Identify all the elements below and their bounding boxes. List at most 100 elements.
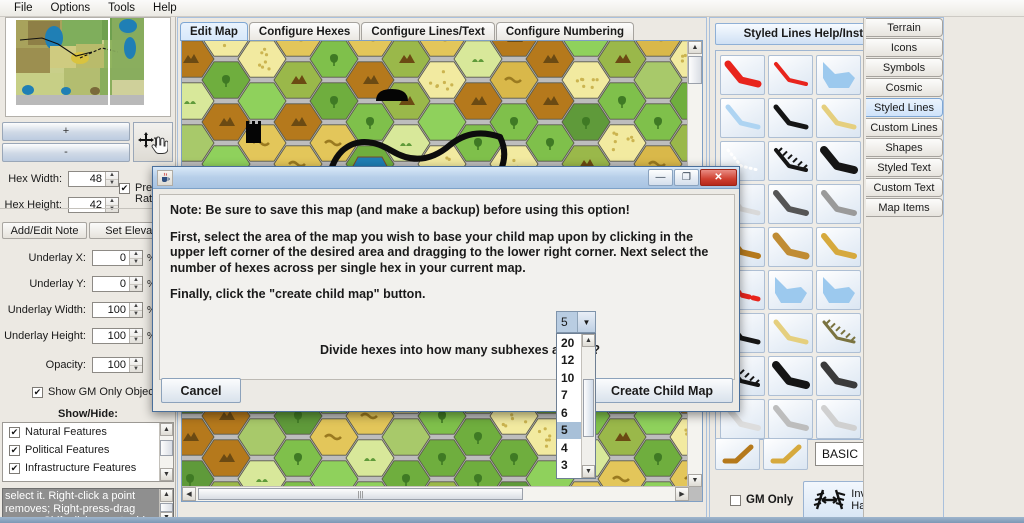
dropdown-option-5[interactable]: 5 bbox=[557, 421, 581, 439]
show-hide-feature-list[interactable]: ✔ Natural Features ✔ Political Features … bbox=[2, 422, 174, 482]
hex-height-stepper[interactable]: 42 ▲▼ bbox=[68, 197, 119, 213]
line-swatch-5[interactable] bbox=[768, 98, 813, 138]
dropdown-scroll-down-icon[interactable]: ▼ bbox=[582, 465, 595, 478]
line-swatch-30[interactable] bbox=[816, 356, 861, 396]
line-swatch-33[interactable] bbox=[768, 399, 813, 439]
scrollbar-track[interactable] bbox=[160, 436, 173, 468]
tab-configure-numbering[interactable]: Configure Numbering bbox=[495, 22, 635, 41]
help-scrollbar-track[interactable] bbox=[160, 502, 173, 512]
subhex-option-container[interactable]: 20 12 10 7 6 5 4 3 bbox=[557, 334, 581, 478]
line-swatch-14[interactable] bbox=[816, 184, 861, 224]
show-gm-only-objects-checkbox[interactable]: ✔ Show GM Only Objects bbox=[32, 386, 162, 398]
preserve-ratio-check-box[interactable]: ✔ bbox=[119, 183, 130, 194]
line-swatch-0[interactable] bbox=[720, 55, 765, 95]
subhex-count-select[interactable]: 5 ▼ bbox=[556, 311, 596, 333]
underlay-x-stepper[interactable]: 0 ▲ ▼ bbox=[92, 250, 143, 266]
show-hide-scrollbar[interactable]: ▲ ▼ bbox=[159, 423, 173, 481]
tab-configure-lines-text[interactable]: Configure Lines/Text bbox=[361, 22, 495, 41]
menu-item-file[interactable]: File bbox=[6, 1, 41, 15]
underlay-width-arrows[interactable]: ▲ ▼ bbox=[129, 303, 142, 317]
line-swatch-34[interactable] bbox=[816, 399, 861, 439]
underlay-y-arrows[interactable]: ▲ ▼ bbox=[129, 277, 142, 291]
line-swatch-brown-1[interactable] bbox=[715, 438, 760, 470]
tab-custom-text[interactable]: Custom Text bbox=[866, 178, 943, 197]
underlay-width-value[interactable]: 100 bbox=[93, 303, 129, 317]
political-features-check-box[interactable]: ✔ bbox=[9, 444, 20, 456]
map-horizontal-scrollbar[interactable]: ◀ ||| ▶ bbox=[182, 486, 689, 501]
thumbnail-selection-rect[interactable] bbox=[14, 18, 110, 111]
line-swatch-2[interactable] bbox=[816, 55, 861, 95]
line-swatch-18[interactable] bbox=[816, 227, 861, 267]
map-vscroll-thumb[interactable] bbox=[688, 56, 702, 84]
dropdown-option-12[interactable]: 12 bbox=[557, 352, 581, 370]
natural-features-check-box[interactable]: ✔ bbox=[9, 426, 20, 438]
line-swatch-9[interactable] bbox=[768, 141, 813, 181]
menu-item-help[interactable]: Help bbox=[145, 1, 185, 15]
line-swatch-4[interactable] bbox=[720, 98, 765, 138]
map-scroll-up-icon[interactable]: ▲ bbox=[688, 41, 702, 54]
underlay-height-arrows[interactable]: ▲ ▼ bbox=[129, 329, 142, 343]
menu-item-options[interactable]: Options bbox=[43, 1, 99, 15]
pan-hand-tool-button[interactable] bbox=[133, 122, 173, 162]
dropdown-scrollbar-thumb[interactable] bbox=[583, 379, 594, 437]
underlay-y-value[interactable]: 0 bbox=[93, 277, 129, 291]
close-button[interactable]: ✕ bbox=[700, 169, 737, 186]
tab-cosmic[interactable]: Cosmic bbox=[866, 78, 943, 97]
zoom-out-button[interactable]: - bbox=[2, 143, 130, 162]
tab-icons[interactable]: Icons bbox=[866, 38, 943, 57]
menu-item-tools[interactable]: Tools bbox=[100, 1, 143, 15]
underlay-x-arrows[interactable]: ▲ ▼ bbox=[129, 251, 142, 265]
chevron-down-icon[interactable]: ▼ bbox=[577, 312, 595, 332]
underlay-height-stepper[interactable]: 100 ▲ ▼ bbox=[92, 328, 143, 344]
line-swatch-26[interactable] bbox=[816, 313, 861, 353]
line-swatch-25[interactable] bbox=[768, 313, 813, 353]
hex-height-arrows[interactable]: ▲▼ bbox=[105, 198, 118, 212]
line-swatch-13[interactable] bbox=[768, 184, 813, 224]
list-item[interactable]: ✔ Natural Features bbox=[3, 423, 173, 441]
scrollbar-thumb[interactable] bbox=[160, 440, 173, 456]
dropdown-scrollbar-track[interactable] bbox=[582, 347, 595, 465]
dropdown-option-3[interactable]: 3 bbox=[557, 457, 581, 475]
help-scrollbar-thumb[interactable] bbox=[160, 503, 173, 512]
tab-styled-lines[interactable]: Styled Lines bbox=[866, 98, 943, 117]
tab-configure-hexes[interactable]: Configure Hexes bbox=[248, 22, 361, 41]
map-thumbnail-panel[interactable] bbox=[5, 17, 171, 117]
tab-shapes[interactable]: Shapes bbox=[866, 138, 943, 157]
opacity-value[interactable]: 100 bbox=[93, 358, 129, 372]
hex-width-stepper[interactable]: 48 ▲ ▼ bbox=[68, 171, 119, 187]
gm-only-checkbox[interactable]: GM Only bbox=[730, 494, 793, 506]
opacity-stepper[interactable]: 100 ▲ ▼ bbox=[92, 357, 143, 373]
tab-styled-text[interactable]: Styled Text bbox=[866, 158, 943, 177]
subhex-count-dropdown-list[interactable]: 20 12 10 7 6 5 4 3 ▲ ▼ bbox=[556, 333, 596, 479]
underlay-x-value[interactable]: 0 bbox=[93, 251, 129, 265]
map-scroll-right-icon[interactable]: ▶ bbox=[675, 487, 689, 501]
dropdown-option-20[interactable]: 20 bbox=[557, 334, 581, 352]
line-swatch-10[interactable] bbox=[816, 141, 861, 181]
dropdown-scrollbar[interactable]: ▲ ▼ bbox=[581, 334, 595, 478]
tab-terrain[interactable]: Terrain bbox=[866, 18, 943, 37]
gm-only-check-box[interactable] bbox=[730, 494, 741, 506]
dropdown-scroll-up-icon[interactable]: ▲ bbox=[582, 334, 595, 347]
scroll-up-icon[interactable]: ▲ bbox=[160, 423, 173, 436]
hex-width-arrows[interactable]: ▲ ▼ bbox=[105, 172, 118, 186]
map-scroll-left-icon[interactable]: ◀ bbox=[182, 487, 196, 501]
tab-symbols[interactable]: Symbols bbox=[866, 58, 943, 77]
list-item[interactable]: ✔ Infrastructure Features bbox=[3, 459, 173, 477]
tab-custom-lines[interactable]: Custom Lines bbox=[866, 118, 943, 137]
dropdown-option-6[interactable]: 6 bbox=[557, 404, 581, 422]
dialog-title-bar[interactable]: — ❐ ✕ bbox=[153, 167, 739, 189]
add-edit-note-button[interactable]: Add/Edit Note bbox=[2, 222, 87, 239]
line-swatch-22[interactable] bbox=[816, 270, 861, 310]
opacity-arrows[interactable]: ▲ ▼ bbox=[129, 358, 142, 372]
infrastructure-features-check-box[interactable]: ✔ bbox=[9, 462, 20, 474]
line-swatch-29[interactable] bbox=[768, 356, 813, 396]
list-item[interactable]: ✔ Political Features bbox=[3, 441, 173, 459]
cancel-button[interactable]: Cancel bbox=[161, 378, 241, 403]
create-child-map-button[interactable]: Create Child Map bbox=[591, 378, 733, 403]
minimize-button[interactable]: — bbox=[648, 169, 673, 186]
line-swatch-21[interactable] bbox=[768, 270, 813, 310]
dropdown-option-10[interactable]: 10 bbox=[557, 369, 581, 387]
help-scroll-up-icon[interactable]: ▲ bbox=[160, 489, 173, 502]
hex-width-value[interactable]: 48 bbox=[69, 172, 105, 186]
line-swatch-1[interactable] bbox=[768, 55, 813, 95]
